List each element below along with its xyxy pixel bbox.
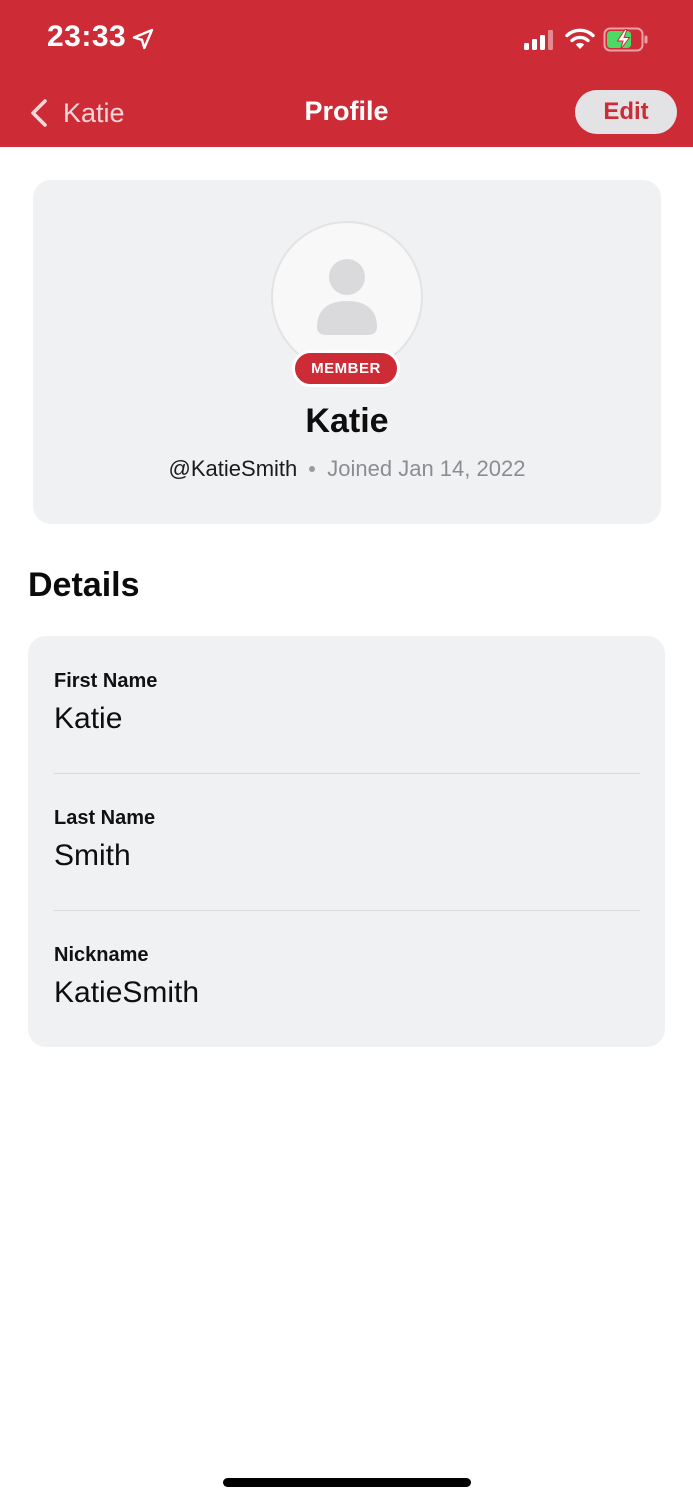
member-badge: MEMBER <box>292 350 400 387</box>
detail-value: Smith <box>54 839 131 872</box>
person-placeholder-icon <box>317 259 377 335</box>
detail-row-first-name: First Name Katie <box>54 636 640 773</box>
cellular-signal-icon <box>524 30 553 50</box>
profile-name: Katie <box>305 402 389 440</box>
detail-row-nickname: Nickname KatieSmith <box>54 910 640 1047</box>
profile-meta: @KatieSmith Joined Jan 14, 2022 <box>33 456 661 482</box>
wifi-icon <box>565 28 595 49</box>
detail-label: First Name <box>54 670 158 692</box>
joined-date: Joined Jan 14, 2022 <box>327 456 526 481</box>
status-time: 23:33 <box>47 20 127 53</box>
battery-charging-icon <box>603 27 648 52</box>
profile-handle: @KatieSmith <box>168 456 298 481</box>
back-button[interactable]: Katie <box>28 94 125 132</box>
home-indicator <box>223 1478 471 1487</box>
detail-label: Last Name <box>54 807 156 829</box>
chevron-left-icon <box>31 99 47 127</box>
detail-value: Katie <box>54 702 123 735</box>
edit-button[interactable]: Edit <box>575 90 677 134</box>
details-heading: Details <box>28 566 140 604</box>
detail-value: KatieSmith <box>54 976 200 1009</box>
top-bar: 23:33 Katie Profile Edit <box>0 0 693 147</box>
profile-card: MEMBER Katie @KatieSmith Joined Jan 14, … <box>33 180 661 524</box>
separator-dot <box>309 466 316 472</box>
back-label: Katie <box>63 97 125 128</box>
details-card: First Name Katie Last Name Smith Nicknam… <box>28 636 665 1047</box>
detail-row-last-name: Last Name Smith <box>54 773 640 910</box>
location-arrow-icon <box>132 28 154 50</box>
detail-label: Nickname <box>54 944 149 966</box>
